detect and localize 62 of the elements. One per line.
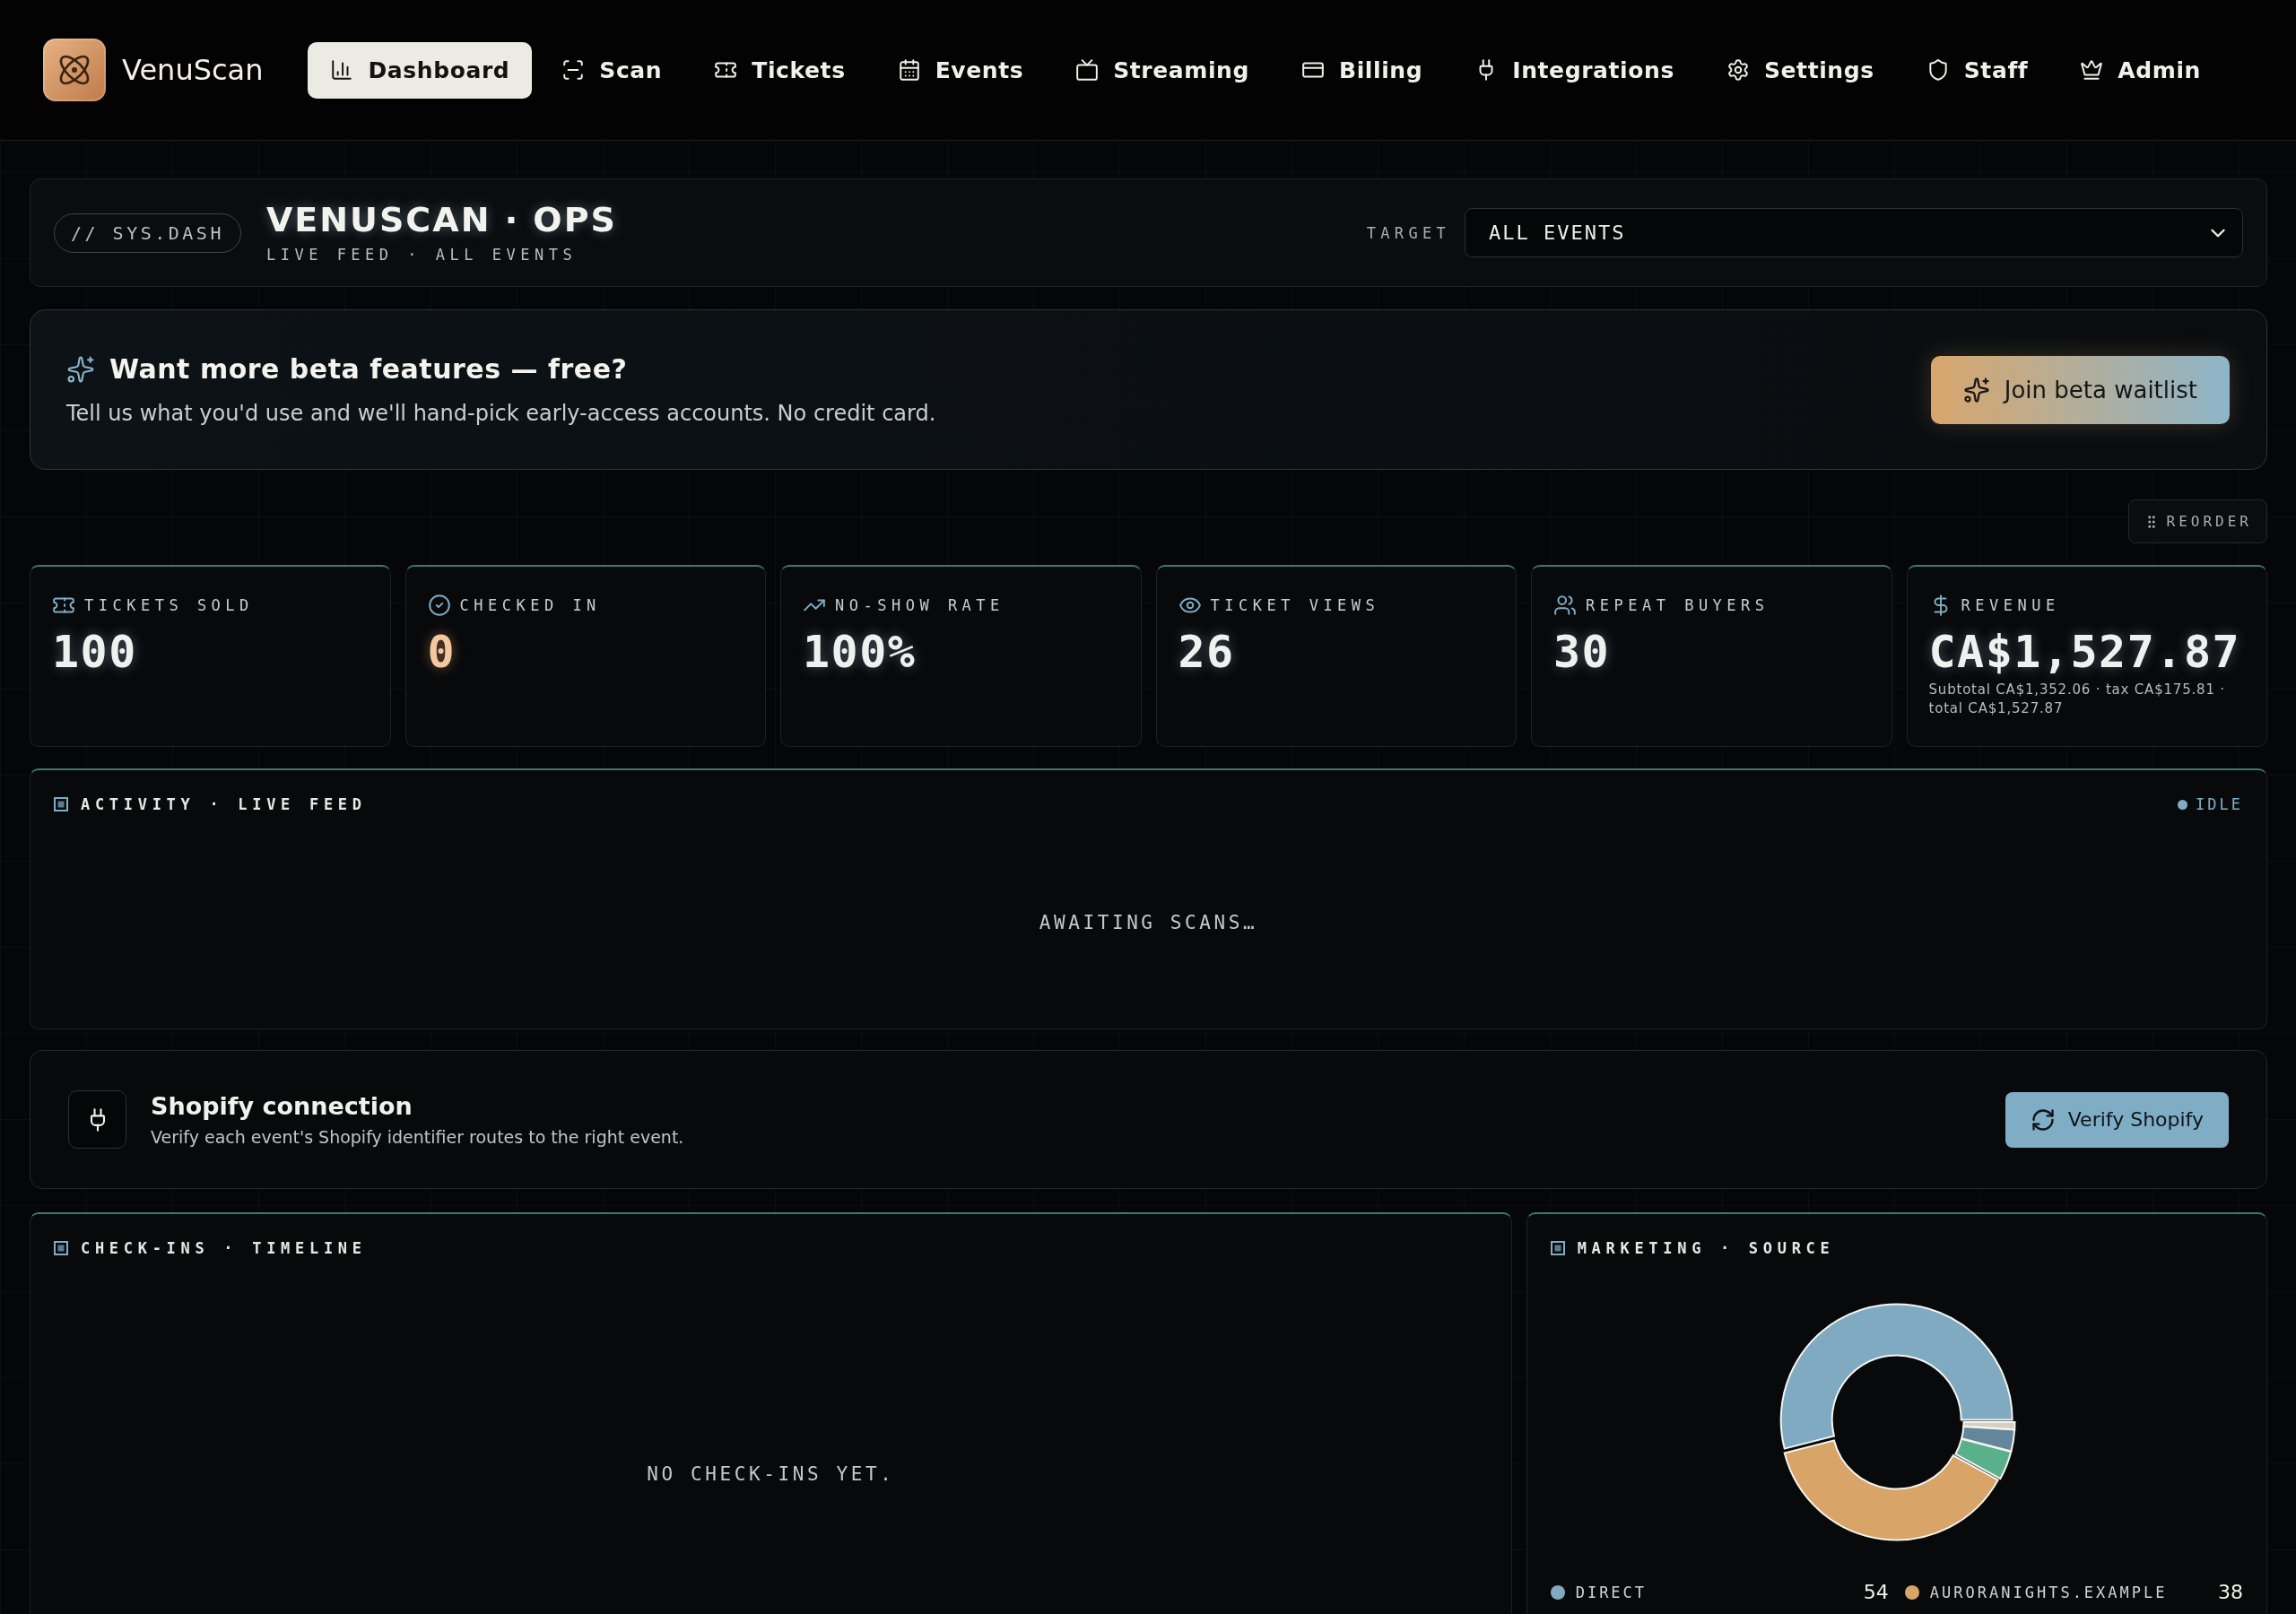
panel-title: MARKETING · SOURCE <box>1577 1238 1835 1259</box>
stat-label: REVENUE <box>1961 596 2060 614</box>
nav-tab[interactable]: Admin <box>2057 41 2223 99</box>
refresh-icon <box>2030 1106 2056 1132</box>
shopify-text: Verify each event's Shopify identifier routes to the right event. <box>151 1127 684 1147</box>
legend-value: 54 <box>1863 1581 1889 1603</box>
brand-name: VenuScan <box>122 53 264 87</box>
settings-icon <box>1726 58 1750 82</box>
plug-icon <box>68 1090 126 1149</box>
calendar-icon <box>897 58 921 82</box>
tv-icon <box>1075 58 1100 82</box>
stat-label: TICKET VIEWS <box>1210 596 1380 614</box>
stat-value: 100% <box>803 628 917 677</box>
nav-tab[interactable]: Dashboard <box>308 41 533 99</box>
sparkle-icon <box>1962 376 1990 404</box>
users-icon <box>1553 594 1577 617</box>
shopify-title: Shopify connection <box>151 1092 413 1120</box>
square-icon <box>54 797 68 811</box>
panel-title: CHECK-INS · TIMELINE <box>81 1238 367 1259</box>
stat-value: 0 <box>427 628 457 677</box>
stat-label: NO-SHOW RATE <box>835 596 1004 614</box>
stat-label: CHECKED IN <box>459 596 601 614</box>
panel-title: ACTIVITY · LIVE FEED <box>81 794 367 815</box>
empty-message: AWAITING SCANS… <box>1039 912 1258 933</box>
stat-value: 100 <box>52 628 137 677</box>
nav-tab[interactable]: Staff <box>1903 41 2051 99</box>
page-subtitle: LIVE FEED · ALL EVENTS <box>265 246 578 265</box>
status-dot-icon <box>2178 799 2188 810</box>
reorder-button[interactable]: REORDER <box>2127 499 2267 543</box>
check-circle-icon <box>427 594 451 617</box>
verify-shopify-button[interactable]: Verify Shopify <box>2005 1091 2229 1148</box>
legend-label: DIRECT <box>1575 1583 1648 1601</box>
chart-icon <box>330 58 354 82</box>
scan-icon <box>561 58 586 82</box>
event-select[interactable]: ALL EVENTS <box>1465 208 2243 257</box>
stat-note: Subtotal CA$1,352.06 · tax CA$175.81 · total CA$1,527.87 <box>1928 681 2226 718</box>
crown-icon <box>2080 58 2104 82</box>
sparkle-icon <box>66 354 95 384</box>
target-label: TARGET <box>1366 223 1450 242</box>
banner-title: Want more beta features — free? <box>109 353 628 385</box>
legend-value: 38 <box>2218 1581 2243 1603</box>
empty-message: NO CHECK-INS YET. <box>647 1463 895 1485</box>
stat-label: REPEAT BUYERS <box>1586 596 1770 614</box>
logo-icon <box>43 39 106 101</box>
square-icon <box>54 1241 68 1255</box>
join-beta-button[interactable]: Join beta waitlist <box>1930 355 2230 424</box>
nav-tab[interactable]: Events <box>874 41 1047 99</box>
status-text: IDLE <box>2196 795 2243 813</box>
nav-tab[interactable]: Billing <box>1279 41 1446 99</box>
stat-value: 26 <box>1178 628 1235 677</box>
legend-label: AURORANIGHTS.EXAMPLE <box>1929 1583 2168 1601</box>
nav-tab[interactable]: Tickets <box>691 41 868 99</box>
stat-value: CA$1,527.87 <box>1928 628 2241 677</box>
nav-tab[interactable]: Scan <box>539 41 685 99</box>
stat-value: 30 <box>1553 628 1611 677</box>
stat-label: TICKETS SOLD <box>84 596 254 614</box>
nav-tab[interactable]: Settings <box>1703 41 1897 99</box>
nav-tab[interactable]: Integrations <box>1452 41 1697 99</box>
square-icon <box>1550 1241 1565 1255</box>
banner-text: Tell us what you'd use and we'll hand-pick early-access accounts. No credit card. <box>66 401 936 426</box>
page-title: VENUSCAN · OPS <box>265 201 617 239</box>
nav-tab[interactable]: Streaming <box>1053 41 1272 99</box>
